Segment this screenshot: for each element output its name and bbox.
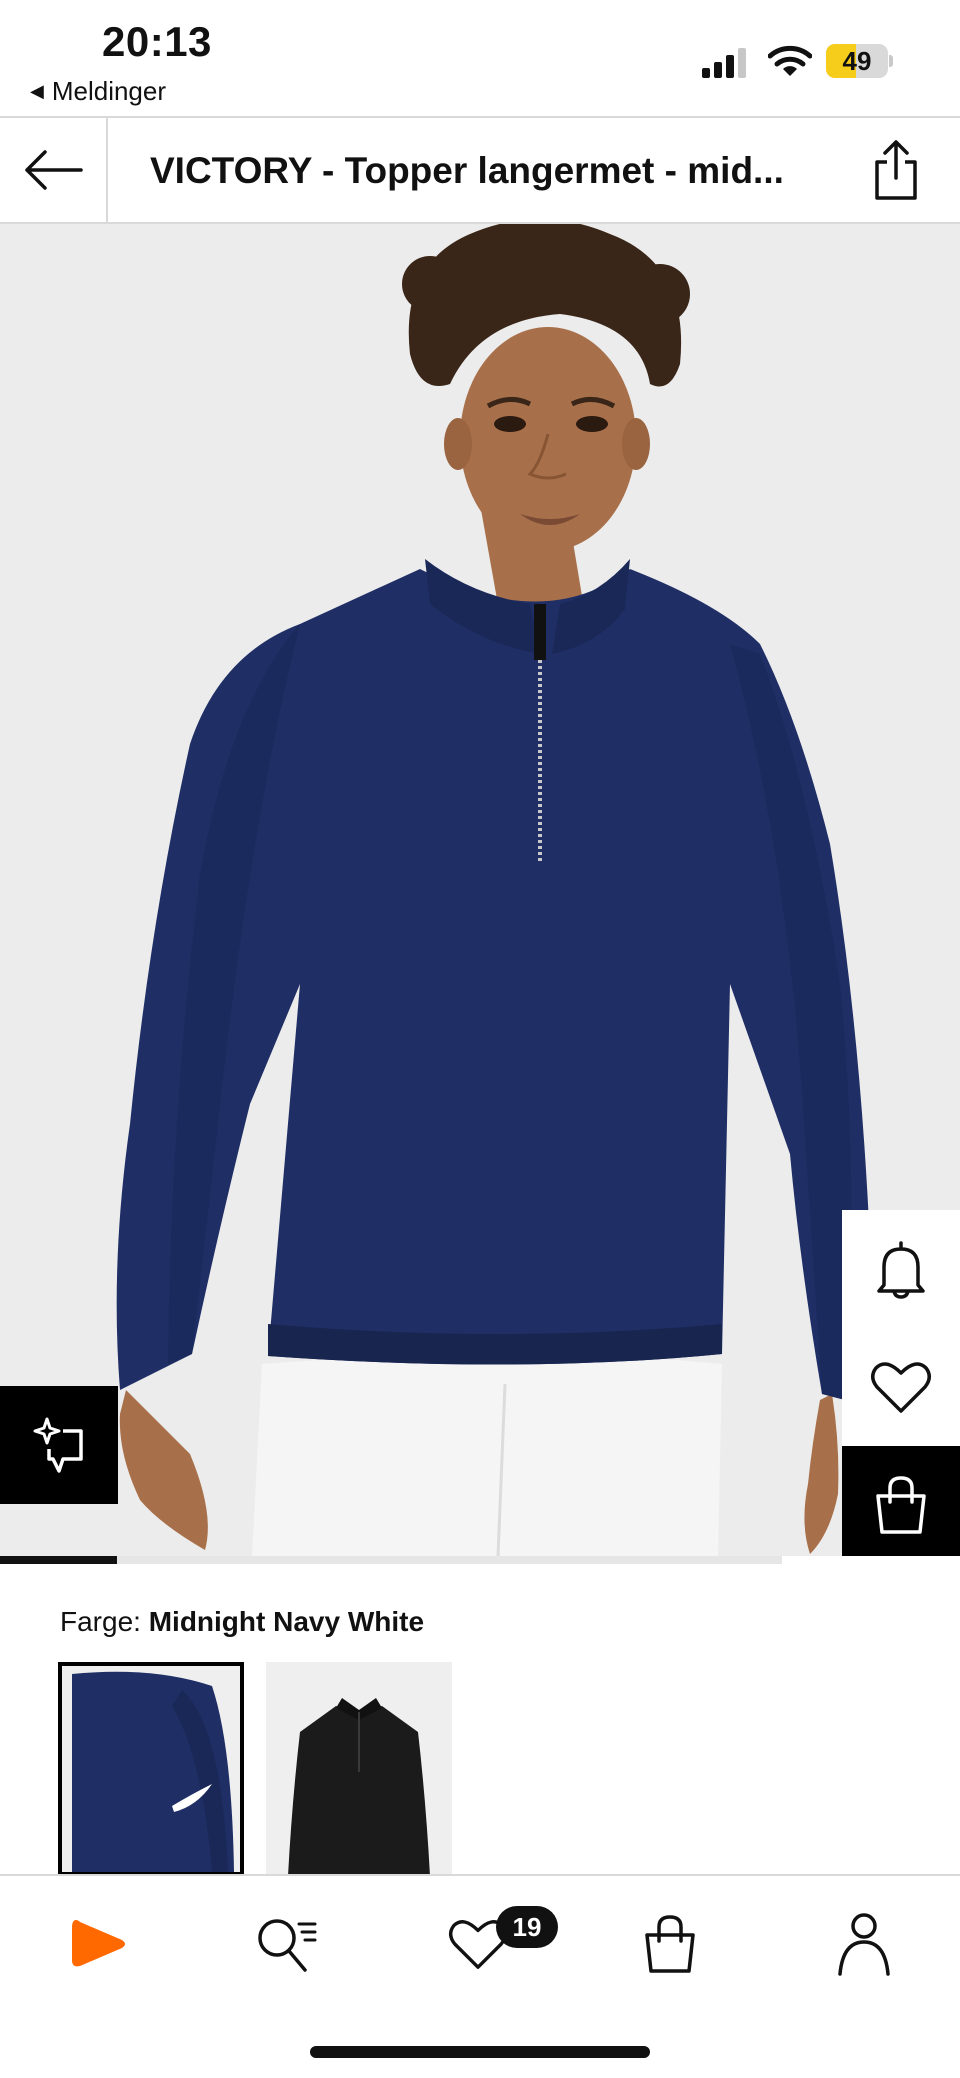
nav-bag[interactable] [630, 1904, 710, 1984]
color-label-prefix: Farge: [60, 1606, 141, 1637]
back-button[interactable] [0, 118, 108, 222]
cellular-signal-icon [702, 48, 746, 78]
heart-icon [871, 1362, 931, 1413]
battery-indicator: 49 [826, 44, 894, 78]
back-to-app-link[interactable]: ◀ Meldinger [30, 76, 166, 107]
share-button[interactable] [864, 138, 928, 202]
bottom-navigation: 19 [0, 1874, 960, 2078]
profile-icon [838, 1913, 890, 1976]
swatch-navy-image [62, 1666, 240, 1872]
gallery-progress-bar [0, 1556, 118, 1564]
back-to-app-label: Meldinger [51, 76, 167, 106]
status-bar: 20:13 ◀ Meldinger 49 [0, 0, 960, 116]
nav-profile[interactable] [824, 1904, 904, 1984]
sparkle-crop-icon [33, 1417, 83, 1473]
color-swatch-midnight-navy[interactable] [58, 1662, 244, 1876]
wishlist-count-badge: 19 [496, 1906, 558, 1948]
home-logo-icon [72, 1920, 125, 1967]
color-name: Midnight Navy White [148, 1606, 425, 1637]
product-image[interactable] [0, 224, 960, 1556]
notify-button[interactable] [842, 1210, 960, 1328]
color-label: Farge: Midnight Navy White [60, 1606, 424, 1638]
wishlist-button[interactable] [842, 1328, 960, 1446]
shopping-bag-icon [645, 1915, 695, 1973]
bell-icon [877, 1241, 925, 1299]
home-indicator [310, 2046, 650, 2058]
battery-percentage: 49 [842, 46, 872, 76]
arrow-left-icon [25, 150, 83, 190]
wifi-icon [768, 45, 812, 76]
gallery-progress [0, 1556, 960, 1564]
find-similar-button[interactable] [0, 1386, 118, 1504]
shopping-bag-icon [876, 1476, 926, 1534]
back-triangle-icon: ◀ [30, 81, 44, 101]
status-time: 20:13 [102, 18, 212, 65]
page-title: VICTORY - Topper langermet - mid... [150, 150, 784, 191]
product-header: VICTORY - Topper langermet - mid... [0, 116, 960, 224]
swatch-black-image [266, 1662, 452, 1876]
search-icon [258, 1919, 317, 1972]
color-swatch-black[interactable] [266, 1662, 452, 1876]
side-actions [842, 1210, 960, 1564]
add-to-bag-button[interactable] [842, 1446, 960, 1564]
nav-search[interactable] [246, 1904, 326, 1984]
product-photo [0, 224, 960, 1556]
share-icon [875, 140, 917, 200]
nav-home[interactable] [58, 1904, 138, 1984]
